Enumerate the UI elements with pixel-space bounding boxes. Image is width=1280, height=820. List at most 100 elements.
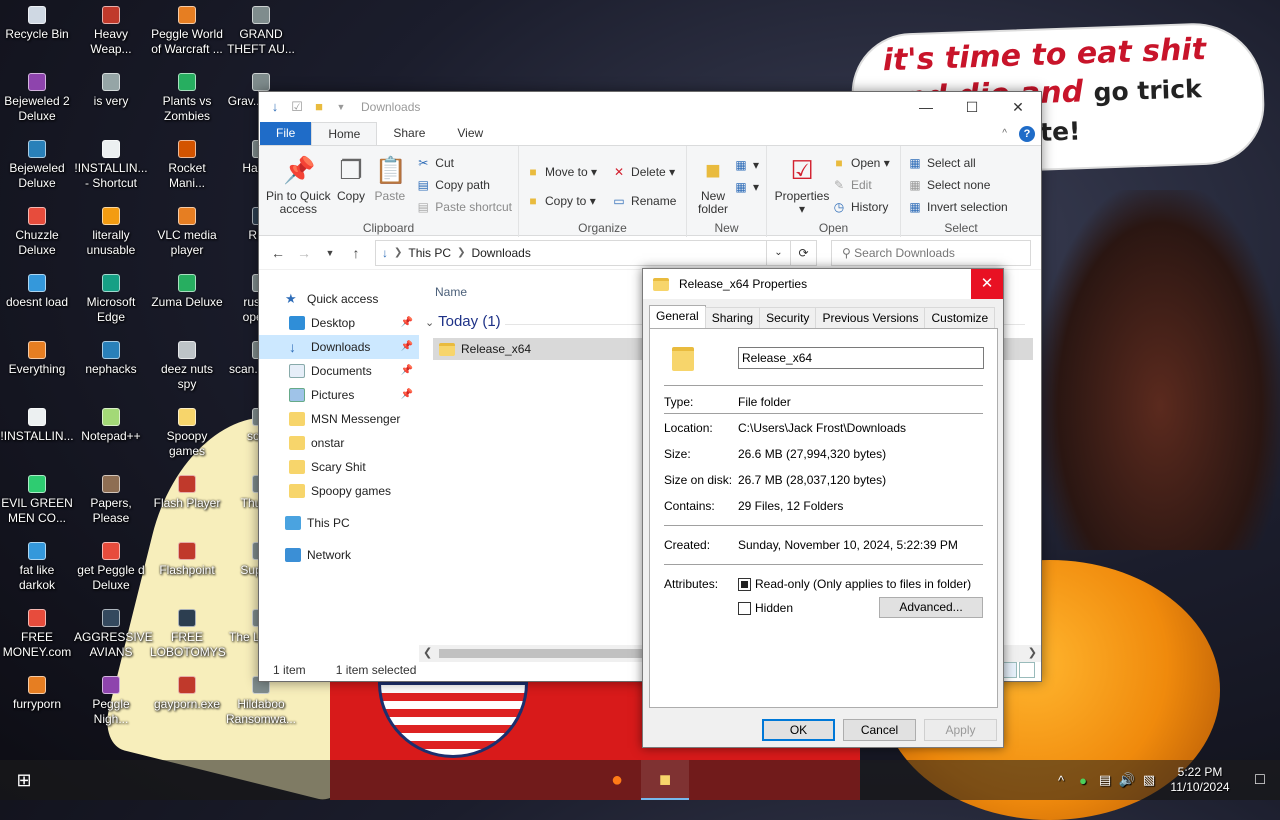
readonly-checkbox[interactable]: Read-only (Only applies to files in fold…	[738, 577, 971, 591]
history-button[interactable]: ◷ History	[831, 196, 890, 218]
copy-path-button[interactable]: ▤ Copy path	[415, 174, 512, 196]
folder-name-input[interactable]: Release_x64	[738, 347, 984, 369]
address-dropdown-icon[interactable]: ⌄	[766, 240, 790, 265]
search-box[interactable]: ⚲ Search Downloads	[831, 239, 1031, 266]
nav-msn-messenger[interactable]: MSN Messenger	[259, 407, 419, 431]
desktop-icon[interactable]: fat like darkok	[0, 542, 74, 593]
properties-close-button[interactable]: ✕	[971, 269, 1003, 299]
column-header-name[interactable]: Name	[435, 285, 467, 299]
delete-button[interactable]: ✕ Delete ▾	[611, 158, 676, 187]
hidden-checkbox[interactable]: Hidden	[738, 601, 793, 615]
forward-button[interactable]: →	[291, 245, 317, 261]
desktop-icon[interactable]: Notepad++	[74, 408, 148, 444]
nav-spoopy-games[interactable]: Spoopy games	[259, 479, 419, 503]
desktop-icon[interactable]: nephacks	[74, 341, 148, 377]
close-button[interactable]: ✕	[995, 92, 1041, 122]
nav-scary-shit[interactable]: Scary Shit	[259, 455, 419, 479]
desktop-icon[interactable]: deez nuts spy	[150, 341, 224, 392]
desktop-icon[interactable]: Bejeweled 2 Deluxe	[0, 73, 74, 124]
ok-button[interactable]: OK	[762, 719, 835, 741]
cut-button[interactable]: ✂ Cut	[415, 152, 512, 174]
ime-icon[interactable]: ▧	[1138, 772, 1160, 788]
desktop-icon[interactable]: Peggle Nigh...	[74, 676, 148, 727]
select-all-button[interactable]: ▦ Select all	[907, 152, 1008, 174]
back-button[interactable]: ←	[265, 245, 291, 261]
desktop-icon[interactable]: !INSTALLIN...	[0, 408, 74, 444]
open-button[interactable]: ■ Open ▾	[831, 152, 889, 174]
desktop-icon[interactable]: EVIL GREEN MEN CO...	[0, 475, 74, 526]
nav-this-pc[interactable]: This PC	[259, 511, 419, 535]
tab-customize[interactable]: Customize	[924, 307, 996, 328]
desktop-icon[interactable]: FREE LOBOTOMYS	[150, 609, 226, 660]
desktop-icon[interactable]: Flash Player	[150, 475, 224, 511]
large-icons-view-icon[interactable]	[1019, 662, 1035, 678]
file-explorer-taskbar-icon[interactable]: ■	[641, 760, 689, 800]
desktop-icon[interactable]: Bejeweled Deluxe	[0, 140, 74, 191]
maximize-button[interactable]: ☐	[949, 92, 995, 122]
minimize-button[interactable]: —	[903, 92, 949, 122]
nav-pictures[interactable]: Pictures 📌	[259, 383, 419, 407]
nav-documents[interactable]: Documents 📌	[259, 359, 419, 383]
volume-icon[interactable]: 🔊	[1116, 772, 1138, 788]
desktop-icon[interactable]: AGGRESSIVE AVIANS	[74, 609, 153, 660]
desktop-icon[interactable]: GRAND THEFT AU...	[224, 6, 298, 57]
start-button[interactable]: ⊞	[0, 760, 48, 800]
firefox-taskbar-icon[interactable]: ●	[593, 760, 641, 800]
recent-locations-button[interactable]: ▼	[317, 248, 343, 258]
nav-desktop[interactable]: Desktop 📌	[259, 311, 419, 335]
user-tray-icon[interactable]: ●	[1072, 773, 1094, 788]
paste-shortcut-button[interactable]: ▤ Paste shortcut	[415, 196, 512, 218]
desktop-icon[interactable]: Everything	[0, 341, 74, 377]
breadcrumb-separator-icon[interactable]: ❯	[394, 247, 402, 258]
show-hidden-icons-icon[interactable]: ^	[1050, 773, 1072, 788]
desktop-icon[interactable]: furryporn	[0, 676, 74, 712]
desktop-icon[interactable]: Recycle Bin	[0, 6, 74, 42]
desktop-icon[interactable]: Heavy Weap...	[74, 6, 148, 57]
group-header-today[interactable]: ⌄ Today (1)	[425, 313, 501, 330]
nav-quick-access[interactable]: ★ Quick access	[259, 287, 419, 311]
desktop-icon[interactable]: Flashpoint	[150, 542, 224, 578]
help-icon[interactable]: ?	[1019, 125, 1035, 142]
rename-button[interactable]: ▭ Rename	[611, 187, 676, 216]
up-button[interactable]: ↑	[343, 245, 369, 261]
taskbar-clock[interactable]: 5:22 PM 11/10/2024	[1160, 765, 1240, 795]
desktop-icon[interactable]: VLC media player	[150, 207, 224, 258]
breadcrumb-downloads[interactable]: Downloads	[471, 246, 530, 260]
explorer-titlebar[interactable]: ↓ ☑ ■ ▼ Downloads — ☐ ✕	[259, 92, 1041, 122]
advanced-button[interactable]: Advanced...	[879, 597, 983, 618]
breadcrumb-separator-icon[interactable]: ❯	[457, 247, 465, 258]
apply-button[interactable]: Apply	[924, 719, 997, 741]
desktop-icon[interactable]: FREE MONEY.com	[0, 609, 74, 660]
nav-downloads[interactable]: ↓ Downloads 📌	[259, 335, 419, 359]
notification-icon[interactable]: □	[1240, 771, 1280, 789]
tab-sharing[interactable]: Sharing	[704, 307, 761, 328]
desktop-icon[interactable]: Zuma Deluxe	[150, 274, 224, 310]
nav-onstar[interactable]: onstar	[259, 431, 419, 455]
breadcrumb-this-pc[interactable]: This PC	[408, 246, 451, 260]
tab-security[interactable]: Security	[759, 307, 817, 328]
tab-general[interactable]: General	[649, 305, 706, 328]
quick-access-dropdown-icon[interactable]: ▼	[333, 99, 349, 115]
collapse-ribbon-icon[interactable]: ^	[1002, 128, 1007, 139]
desktop-icon[interactable]: doesnt load	[0, 274, 74, 310]
desktop-icon[interactable]: is very	[74, 73, 148, 109]
move-to-button[interactable]: ■ Move to ▾	[525, 158, 597, 187]
nav-network[interactable]: Network	[259, 543, 419, 567]
new-folder-quick-icon[interactable]: ■	[311, 99, 327, 115]
desktop-icon[interactable]: Microsoft Edge	[74, 274, 148, 325]
desktop-icon[interactable]: literally unusable	[74, 207, 148, 258]
desktop-icon[interactable]: Rocket Mani...	[150, 140, 224, 191]
cancel-button[interactable]: Cancel	[843, 719, 916, 741]
new-item-icon[interactable]: ▦ ▾	[733, 154, 759, 176]
desktop-icon[interactable]: Chuzzle Deluxe	[0, 207, 74, 258]
tab-view[interactable]: View	[441, 122, 499, 145]
select-none-button[interactable]: ▦ Select none	[907, 174, 1008, 196]
desktop-icon[interactable]: Peggle World of Warcraft ...	[150, 6, 224, 57]
easy-access-icon[interactable]: ▦ ▾	[733, 176, 759, 198]
tab-previous-versions[interactable]: Previous Versions	[815, 307, 926, 328]
properties-titlebar[interactable]: Release_x64 Properties	[643, 269, 1003, 299]
network-tray-icon[interactable]: ▤	[1094, 772, 1116, 788]
properties-quick-icon[interactable]: ☑	[289, 99, 305, 115]
desktop-icon[interactable]: !INSTALLIN... - Shortcut	[74, 140, 148, 191]
tab-share[interactable]: Share	[377, 122, 441, 145]
